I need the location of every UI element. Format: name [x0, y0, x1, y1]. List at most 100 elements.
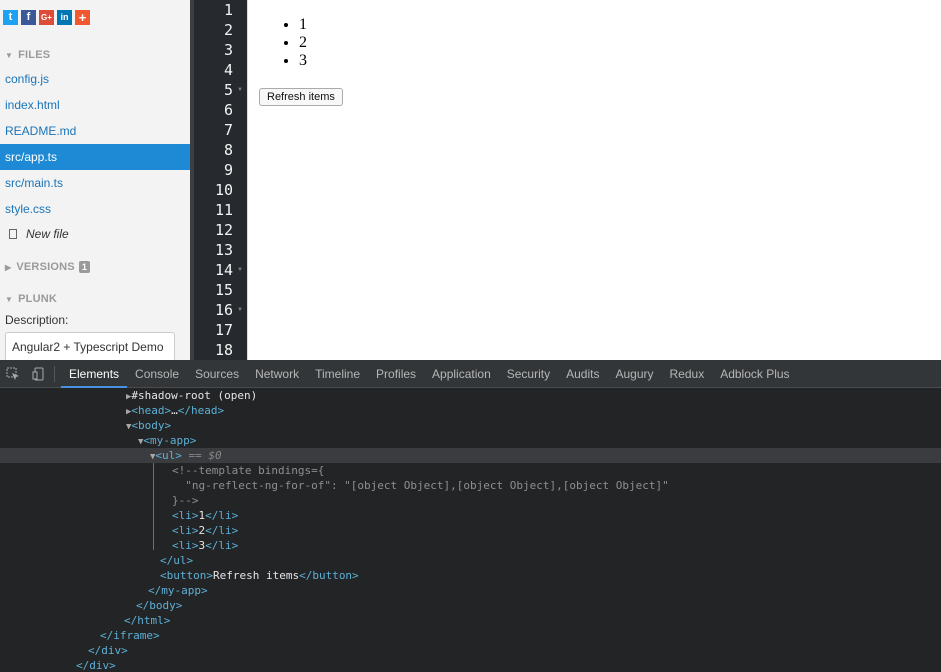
line-number: 7 [223, 121, 233, 139]
files-section-toggle[interactable]: ▼ FILES [5, 49, 50, 61]
elements-dom-tree: ▶#shadow-root (open) ▶<head>…</head> ▼<b… [0, 388, 941, 672]
file-item-style-css[interactable]: style.css [0, 196, 190, 222]
line-number: 4 [223, 61, 233, 79]
line-number: 9 [223, 161, 233, 179]
tab-augury[interactable]: Augury [607, 360, 661, 388]
code-fold-icon[interactable]: ▼ [237, 267, 243, 273]
plunk-header: PLUNK [18, 293, 58, 305]
line-number: 11 [214, 201, 233, 219]
dom-tag: <li> [172, 524, 199, 537]
dom-node-body[interactable]: ▼<body> [0, 418, 941, 433]
selected-node-marker: == $0 [181, 449, 222, 462]
dom-tag: </html> [124, 614, 171, 627]
versions-section-toggle[interactable]: ▶ VERSIONS 1 [5, 261, 91, 273]
dom-comment-line[interactable]: "ng-reflect-ng-for-of": "[object Object]… [0, 478, 941, 493]
new-file-label: New file [26, 227, 69, 241]
dom-tag: <li> [172, 539, 199, 552]
dom-node-li[interactable]: <li>3</li> [0, 538, 941, 553]
line-number: 14 [214, 261, 233, 279]
linkedin-icon[interactable]: in [57, 10, 72, 25]
tab-elements[interactable]: Elements [61, 360, 128, 388]
line-number: 13 [214, 241, 233, 259]
file-icon [9, 229, 17, 239]
dom-node-html-close[interactable]: </html> [0, 613, 941, 628]
dom-comment-line[interactable]: }--> [0, 493, 941, 508]
line-number: 18 [214, 341, 233, 359]
dom-tag: </head> [177, 404, 225, 417]
device-toolbar-icon[interactable] [26, 360, 52, 388]
tab-timeline[interactable]: Timeline [307, 360, 368, 388]
dom-node-div-close[interactable]: </div> [0, 643, 941, 658]
dom-tag: </div> [76, 659, 116, 672]
code-fold-icon[interactable]: ▼ [237, 87, 243, 93]
dom-tag: </li> [205, 524, 239, 537]
line-number: 8 [223, 141, 233, 159]
dom-tag: </div> [88, 644, 128, 657]
dom-node-my-app-close[interactable]: </my-app> [0, 583, 941, 598]
dom-tag: </iframe> [100, 629, 160, 642]
devtools-panel: Elements Console Sources Network Timeline Pro… [0, 360, 941, 672]
line-number: 1 [223, 1, 233, 19]
dom-node-button[interactable]: <button>Refresh items</button> [0, 568, 941, 583]
refresh-items-button[interactable]: Refresh items [259, 88, 343, 106]
list-item: 1 [299, 16, 307, 34]
file-item-config-js[interactable]: config.js [0, 66, 190, 92]
tab-application[interactable]: Application [424, 360, 499, 388]
tab-network[interactable]: Network [247, 360, 307, 388]
dom-node-div-close[interactable]: </div> [0, 658, 941, 672]
dom-tag: <my-app> [143, 434, 197, 447]
dom-node-iframe-close[interactable]: </iframe> [0, 628, 941, 643]
dom-tag: <body> [131, 419, 172, 432]
devtools-tab-strip: Elements Console Sources Network Timeline Pro… [61, 360, 798, 388]
file-item-index-html[interactable]: index.html [0, 92, 190, 118]
line-number: 3 [223, 41, 233, 59]
description-label: Description: [5, 313, 69, 327]
file-item-src-app-ts[interactable]: src/app.ts [0, 144, 190, 170]
dom-tag: </li> [205, 539, 239, 552]
new-file-button[interactable]: New file [5, 227, 69, 241]
dom-node-ul-selected[interactable]: ▼<ul> == $0 [0, 448, 941, 463]
line-number: 5 [223, 81, 233, 99]
plunk-section-toggle[interactable]: ▼ PLUNK [5, 293, 57, 305]
tab-sources[interactable]: Sources [187, 360, 247, 388]
file-item-src-main-ts[interactable]: src/main.ts [0, 170, 190, 196]
preview-item-list: 1 2 3 [299, 16, 307, 70]
dom-comment-line[interactable]: <!--template bindings={ [0, 463, 941, 478]
dom-node-body-close[interactable]: </body> [0, 598, 941, 613]
dom-node-li[interactable]: <li>2</li> [0, 523, 941, 538]
caret-down-icon: ▼ [5, 294, 14, 304]
tab-redux[interactable]: Redux [662, 360, 713, 388]
dom-node-li[interactable]: <li>1</li> [0, 508, 941, 523]
inspect-element-icon[interactable] [0, 360, 26, 388]
line-number: 2 [223, 21, 233, 39]
description-input[interactable]: Angular2 + Typescript Demo [5, 332, 175, 360]
line-number: 10 [214, 181, 233, 199]
twitter-icon[interactable]: t [3, 10, 18, 25]
list-item: 3 [299, 52, 307, 70]
code-fold-icon[interactable]: ▼ [237, 307, 243, 313]
dom-node-shadow-root[interactable]: ▶#shadow-root (open) [0, 388, 941, 403]
google-plus-icon[interactable]: G+ [39, 10, 54, 25]
dom-tag: </ul> [160, 554, 194, 567]
tab-security[interactable]: Security [499, 360, 558, 388]
versions-header: VERSIONS [16, 261, 75, 273]
facebook-icon[interactable]: f [21, 10, 36, 25]
dom-tag: <li> [172, 509, 199, 522]
dom-tag: <head> [131, 404, 172, 417]
tab-adblock-plus[interactable]: Adblock Plus [712, 360, 797, 388]
plus-icon[interactable]: + [75, 10, 90, 25]
dom-node-text: … [171, 404, 178, 417]
tab-console[interactable]: Console [127, 360, 187, 388]
dom-tag: <ul> [155, 449, 182, 462]
caret-right-icon: ▶ [5, 262, 12, 272]
tab-profiles[interactable]: Profiles [368, 360, 424, 388]
line-number: 12 [214, 221, 233, 239]
line-number: 17 [214, 321, 233, 339]
line-number: 15 [214, 281, 233, 299]
devtools-toolbar: Elements Console Sources Network Timeline Pro… [0, 360, 941, 388]
dom-node-my-app[interactable]: ▼<my-app> [0, 433, 941, 448]
dom-node-head[interactable]: ▶<head>…</head> [0, 403, 941, 418]
dom-node-ul-close[interactable]: </ul> [0, 553, 941, 568]
file-item-readme-md[interactable]: README.md [0, 118, 190, 144]
tab-audits[interactable]: Audits [558, 360, 607, 388]
